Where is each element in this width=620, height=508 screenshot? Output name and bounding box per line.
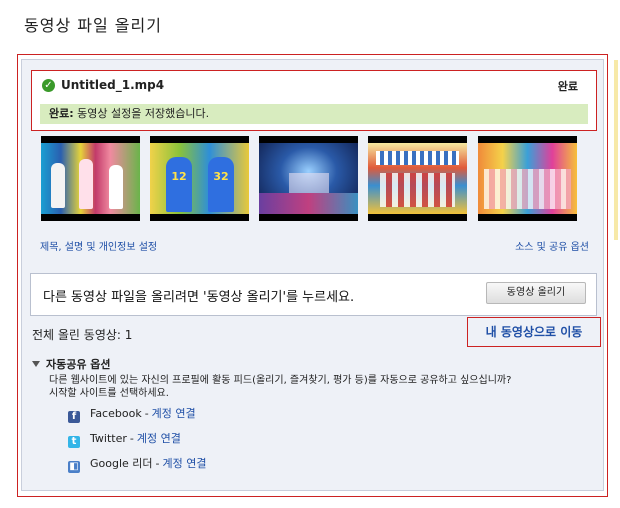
go-to-my-videos-link[interactable]: 내 동영상으로 이동	[467, 317, 601, 347]
title-description-privacy-link[interactable]: 제목, 설명 및 개인정보 설정	[40, 238, 157, 253]
total-uploaded-count: 전체 올린 동영상: 1	[32, 328, 133, 342]
upload-video-button[interactable]: 동영상 올리기	[486, 282, 586, 304]
video-thumbnail-2[interactable]: 12 32	[150, 136, 249, 221]
video-thumbnail-3[interactable]	[259, 136, 358, 221]
connect-account-link[interactable]: 계정 연결	[137, 432, 181, 445]
video-thumbnail-5[interactable]	[478, 136, 577, 221]
video-thumbnail-4[interactable]	[368, 136, 467, 221]
social-service-facebook: f Facebook - 계정 연결	[68, 407, 196, 423]
upload-file-box: ✓ Untitled_1.mp4 완료 완료: 동영상 설정을 저장했습니다.	[31, 70, 597, 131]
google-reader-icon: ◧	[68, 461, 80, 473]
video-thumbnail-1[interactable]	[41, 136, 140, 221]
source-share-options-link[interactable]: 소스 및 공유 옵션	[515, 238, 589, 253]
autoshare-description-line-1: 다른 웹사이트에 있는 자신의 프로필에 활동 피드(올리기, 즐겨찾기, 평가…	[49, 375, 512, 386]
autoshare-toggle[interactable]: 자동공유 옵션	[32, 356, 111, 372]
check-icon: ✓	[42, 79, 55, 92]
upload-more-text: 다른 동영상 파일을 올리려면 '동영상 올리기'를 누르세요.	[43, 290, 355, 305]
connect-account-link[interactable]: 계정 연결	[152, 407, 196, 420]
upload-more-box: 다른 동영상 파일을 올리려면 '동영상 올리기'를 누르세요. 동영상 올리기	[30, 273, 597, 316]
file-name: Untitled_1.mp4	[61, 78, 165, 92]
expand-triangle-icon	[32, 361, 40, 367]
social-service-twitter: t Twitter - 계정 연결	[68, 432, 181, 448]
autoshare-description-line-2: 시작할 사이트를 선택하세요.	[49, 388, 169, 399]
social-service-google-reader: ◧ Google 리더 - 계정 연결	[68, 457, 207, 473]
success-message: 완료: 동영상 설정을 저장했습니다.	[40, 104, 588, 124]
autoshare-description: 다른 웹사이트에 있는 자신의 프로필에 활동 피드(올리기, 즐겨찾기, 평가…	[49, 374, 599, 400]
service-name: Google 리더	[90, 457, 153, 470]
success-text: 동영상 설정을 저장했습니다.	[77, 107, 210, 120]
page-title: 동영상 파일 올리기	[24, 16, 162, 35]
side-strip	[614, 60, 618, 240]
twitter-icon: t	[68, 436, 80, 448]
upload-status: 완료	[557, 80, 578, 93]
service-name: Facebook	[90, 407, 142, 420]
connect-account-link[interactable]: 계정 연결	[163, 457, 207, 470]
facebook-icon: f	[68, 411, 80, 423]
success-label: 완료:	[49, 107, 74, 120]
service-name: Twitter	[90, 432, 127, 445]
autoshare-title: 자동공유 옵션	[46, 358, 111, 371]
